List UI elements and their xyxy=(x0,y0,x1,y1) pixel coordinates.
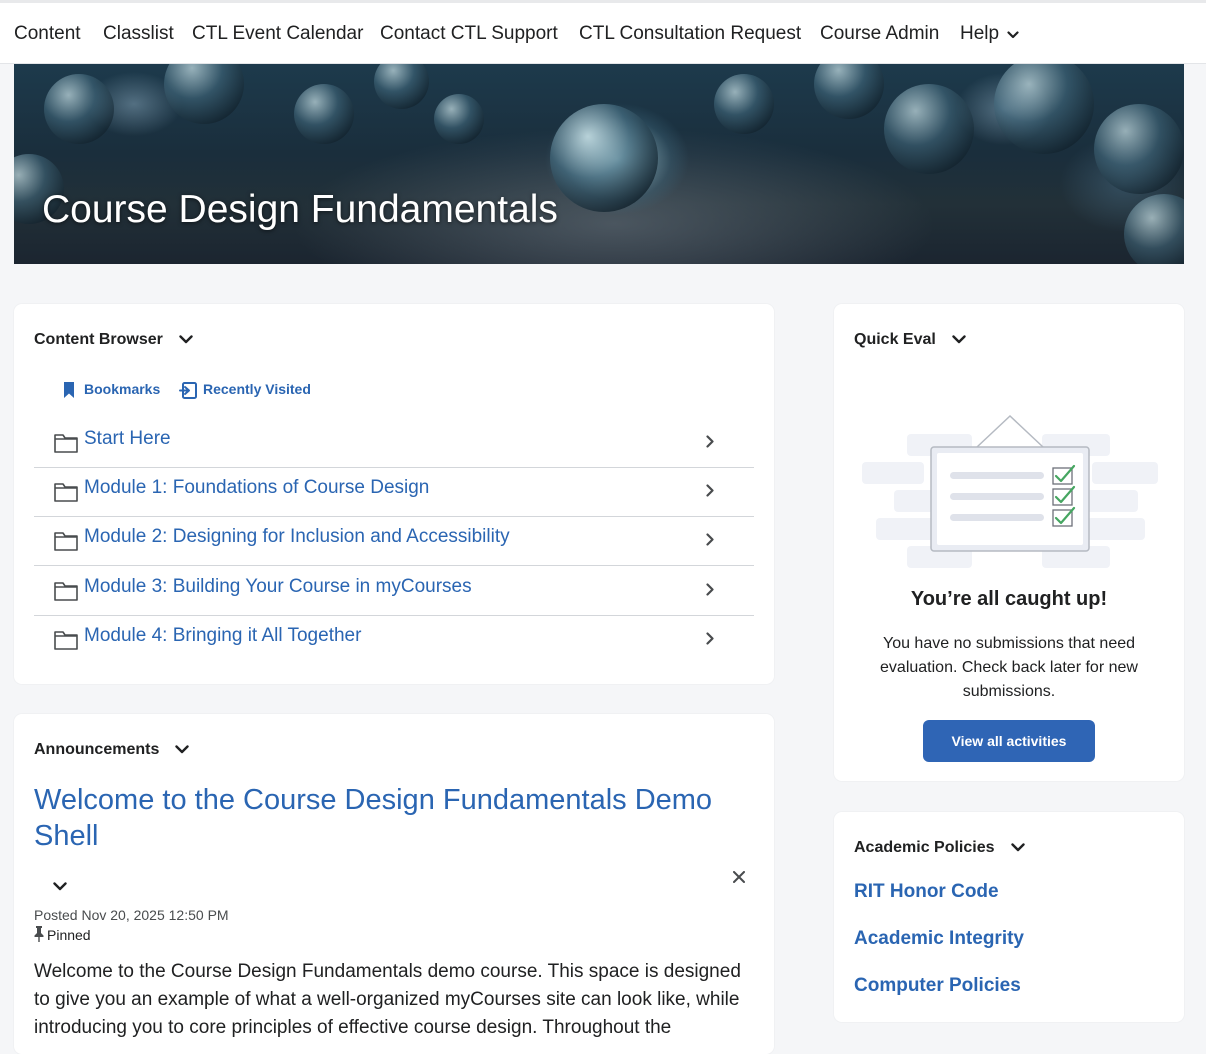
nav-contact-ctl-support[interactable]: Contact CTL Support xyxy=(380,23,558,45)
nav-classlist[interactable]: Classlist xyxy=(103,23,174,45)
academic-policies-header: Academic Policies xyxy=(854,839,1025,857)
recent-history-icon xyxy=(179,382,197,399)
caught-up-heading: You’re all caught up! xyxy=(910,588,1108,610)
module-label: Module 2: Designing for Inclusion and Ac… xyxy=(84,526,510,547)
chevron-right-icon xyxy=(706,632,714,645)
computer-policies-link[interactable]: Computer Policies xyxy=(854,975,1021,997)
folder-icon xyxy=(54,631,78,650)
nav-ctl-consultation-request[interactable]: CTL Consultation Request xyxy=(579,23,801,45)
folder-icon xyxy=(54,532,78,551)
top-navigation: Content Classlist CTL Event Calendar Con… xyxy=(0,0,1206,64)
folder-icon xyxy=(54,483,78,502)
chevron-right-icon xyxy=(706,583,714,596)
academic-integrity-link[interactable]: Academic Integrity xyxy=(854,928,1024,950)
module-label: Module 1: Foundations of Course Design xyxy=(84,477,430,498)
module-row-module-4[interactable]: Module 4: Bringing it All Together xyxy=(34,616,754,665)
chevron-down-icon[interactable] xyxy=(1010,839,1025,857)
content-browser-widget: Content Browser Bookmarks Recently Visit… xyxy=(14,304,774,684)
close-icon[interactable] xyxy=(733,870,745,888)
chevron-right-icon xyxy=(706,533,714,546)
announcements-widget: Announcements Welcome to the Course Desi… xyxy=(14,714,774,1054)
expand-announcement-chevron-icon[interactable] xyxy=(53,878,67,896)
module-row-start-here[interactable]: Start Here xyxy=(34,419,754,468)
module-row-module-2[interactable]: Module 2: Designing for Inclusion and Ac… xyxy=(34,517,754,566)
announcement-posted-date: Posted Nov 20, 2025 12:50 PM xyxy=(34,907,229,923)
nav-help-menu[interactable]: Help xyxy=(960,23,1019,45)
module-row-module-3[interactable]: Module 3: Building Your Course in myCour… xyxy=(34,567,754,616)
rit-honor-code-link[interactable]: RIT Honor Code xyxy=(854,881,999,903)
pinned-label: Pinned xyxy=(47,927,91,943)
quick-eval-widget: Quick Eval You’re all caught up! You hav… xyxy=(834,304,1184,781)
content-browser-header: Content Browser xyxy=(34,331,193,349)
chevron-right-icon xyxy=(706,484,714,497)
academic-policies-widget: Academic Policies RIT Honor Code Academi… xyxy=(834,812,1184,1022)
quick-eval-title: Quick Eval xyxy=(854,331,936,349)
course-title: Course Design Fundamentals xyxy=(42,188,558,231)
academic-policies-title: Academic Policies xyxy=(854,839,995,857)
module-label: Module 4: Bringing it All Together xyxy=(84,625,362,646)
quick-eval-header: Quick Eval xyxy=(854,331,966,349)
announcement-body: Welcome to the Course Design Fundamental… xyxy=(34,961,741,1038)
chevron-down-icon[interactable] xyxy=(175,741,190,759)
caught-up-message: You have no submissions that need evalua… xyxy=(880,635,1138,700)
module-label: Module 3: Building Your Course in myCour… xyxy=(84,576,472,597)
bookmark-icon xyxy=(64,382,74,398)
chevron-down-icon[interactable] xyxy=(952,331,966,349)
announcement-title-link[interactable]: Welcome to the Course Design Fundamental… xyxy=(34,782,754,854)
nav-help-label: Help xyxy=(960,23,1000,45)
course-banner: Course Design Fundamentals xyxy=(14,64,1184,264)
tab-bookmarks-label: Bookmarks xyxy=(84,381,161,397)
announcements-header: Announcements xyxy=(34,741,190,759)
module-label: Start Here xyxy=(84,428,171,449)
tab-recently-visited-label: Recently Visited xyxy=(203,381,311,397)
pin-icon xyxy=(34,926,44,947)
announcements-title: Announcements xyxy=(34,741,160,759)
caught-up-illustration-icon xyxy=(862,414,1158,568)
folder-icon xyxy=(54,582,78,601)
module-row-module-1[interactable]: Module 1: Foundations of Course Design xyxy=(34,468,754,517)
chevron-right-icon xyxy=(706,435,714,448)
folder-icon xyxy=(54,434,78,453)
nav-content[interactable]: Content xyxy=(14,23,81,45)
nav-course-admin[interactable]: Course Admin xyxy=(820,23,939,45)
view-all-activities-button[interactable]: View all activities xyxy=(923,720,1095,762)
nav-ctl-event-calendar[interactable]: CTL Event Calendar xyxy=(192,23,363,45)
chevron-down-icon[interactable] xyxy=(179,331,193,349)
chevron-down-icon xyxy=(1007,23,1019,45)
content-browser-title: Content Browser xyxy=(34,331,163,349)
